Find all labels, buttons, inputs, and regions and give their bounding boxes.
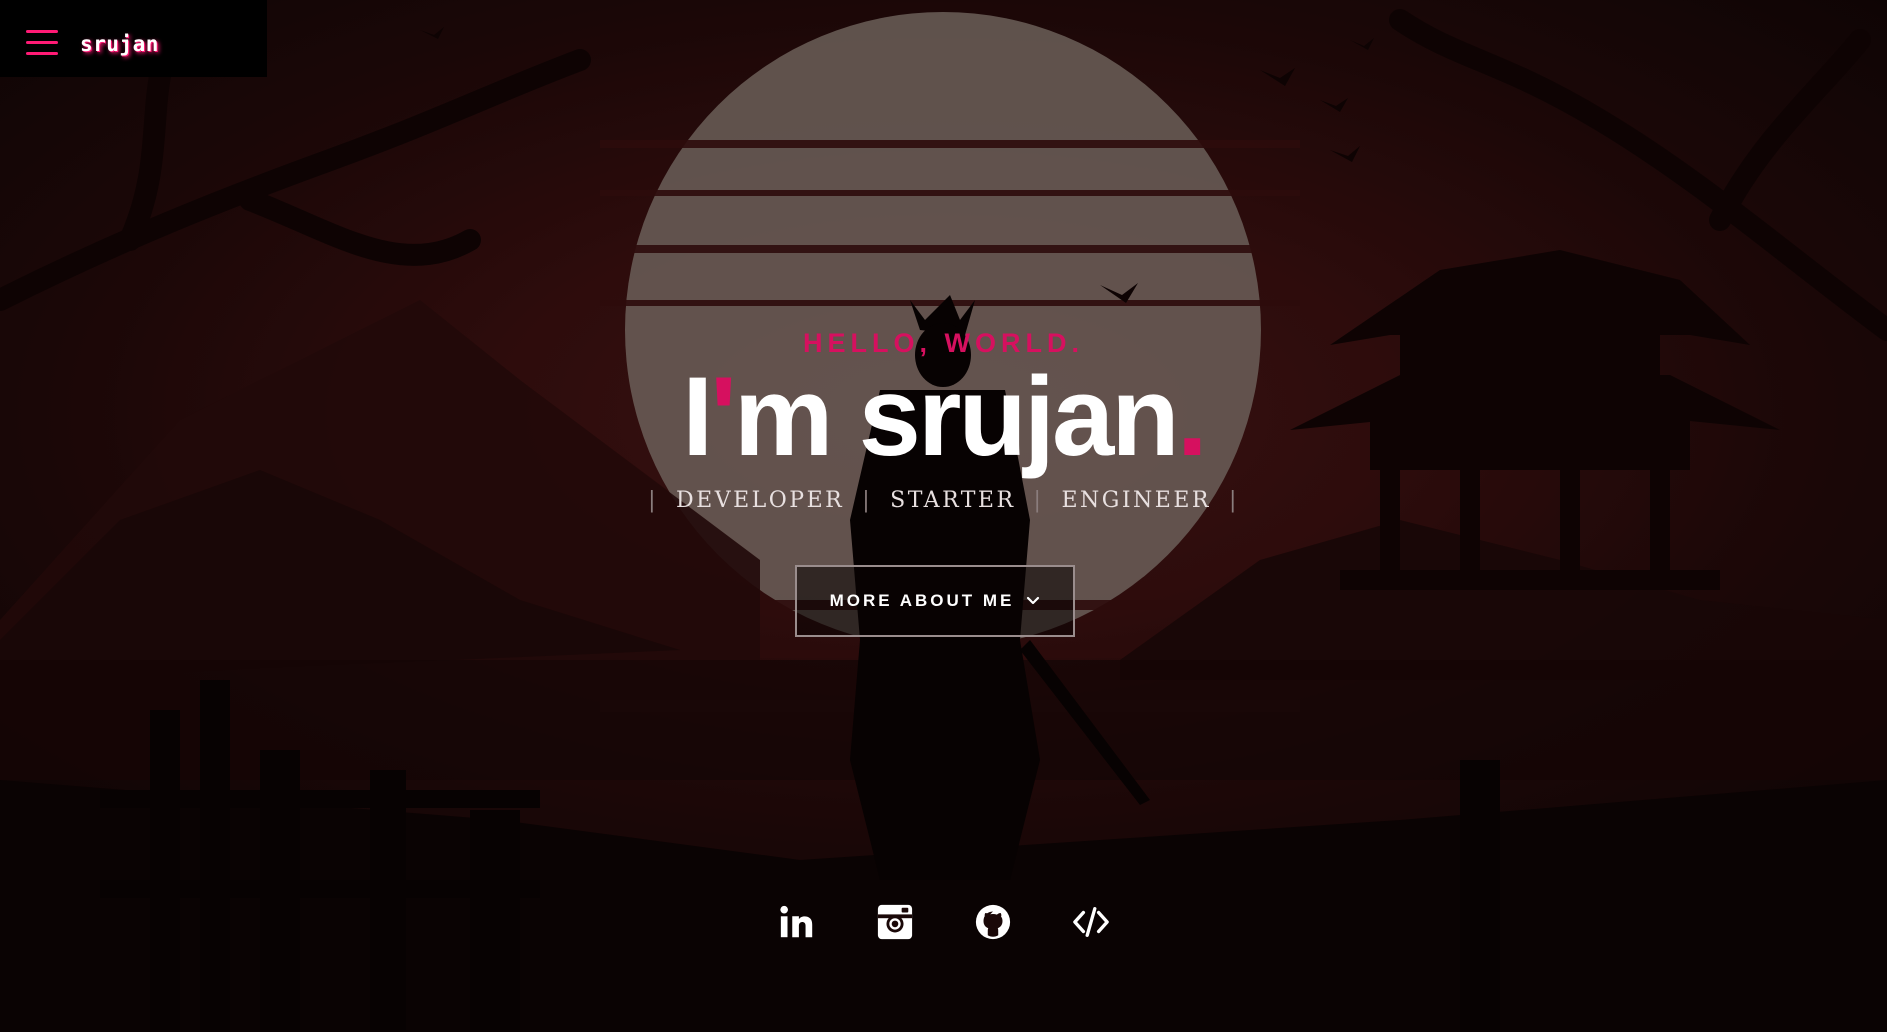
role-separator: | [1033,488,1044,513]
linkedin-icon[interactable] [777,902,817,942]
role-developer: DEVELOPER [676,488,845,513]
hero-headline: I'm srujan. [0,355,1887,478]
more-about-me-label: MORE ABOUT ME [829,591,1015,610]
headline-apostrophe: ' [710,354,737,479]
role-engineer: ENGINEER [1061,488,1211,513]
social-links [0,902,1887,942]
hamburger-menu-icon[interactable] [26,30,58,58]
github-icon[interactable] [973,902,1013,942]
role-separator: | [648,488,658,513]
role-separator: | [862,488,873,513]
code-icon[interactable] [1071,902,1111,942]
instagram-icon[interactable] [875,902,915,942]
top-nav-bar: srujan [0,0,267,77]
headline-dot: . [1176,354,1208,479]
brand-logo-text[interactable]: srujan [80,32,159,56]
samurai-background-illustration [0,0,1887,1032]
hero-section: srujan HELLO, WORLD. I'm srujan. | DEVELO… [0,0,1887,1032]
headline-prefix: I [682,354,713,479]
headline-main: m srujan [733,354,1180,479]
role-separator: | [1228,488,1239,513]
more-about-me-button[interactable]: MORE ABOUT ME [795,565,1075,637]
hero-roles: | DEVELOPER | STARTER | ENGINEER | [0,488,1887,513]
role-starter: STARTER [890,488,1016,513]
chevron-down-icon [1026,591,1040,611]
